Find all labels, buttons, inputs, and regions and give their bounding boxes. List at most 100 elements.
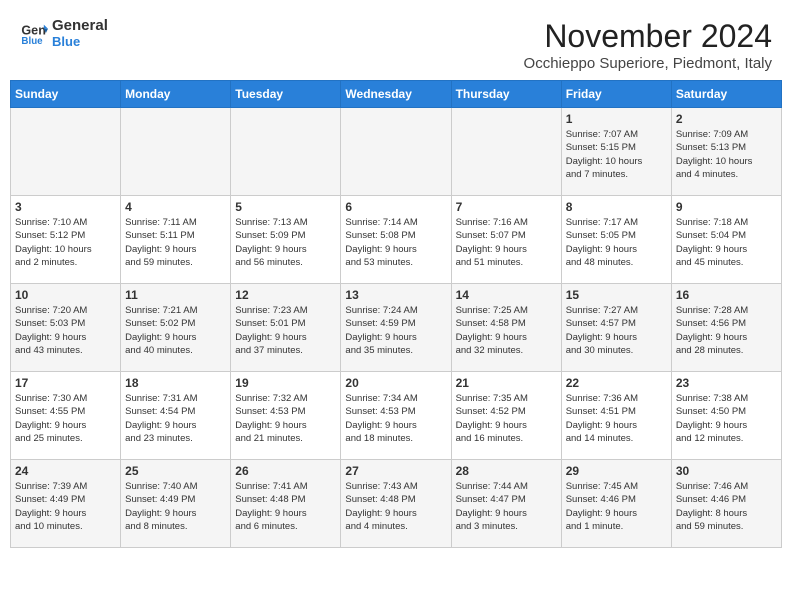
day-number: 22 [566, 376, 667, 390]
weekday-header-wednesday: Wednesday [341, 81, 451, 108]
calendar-cell: 27 Sunrise: 7:43 AMSunset: 4:48 PMDayligh… [341, 460, 451, 548]
day-info: Sunrise: 7:24 AMSunset: 4:59 PMDaylight:… [345, 304, 446, 357]
day-info: Sunrise: 7:10 AMSunset: 5:12 PMDaylight:… [15, 216, 116, 269]
calendar-cell: 2 Sunrise: 7:09 AMSunset: 5:13 PMDaylight… [671, 108, 781, 196]
day-info: Sunrise: 7:30 AMSunset: 4:55 PMDaylight:… [15, 392, 116, 445]
calendar-table: SundayMondayTuesdayWednesdayThursdayFrid… [10, 80, 782, 548]
calendar-cell: 5 Sunrise: 7:13 AMSunset: 5:09 PMDaylight… [231, 196, 341, 284]
calendar-cell: 20 Sunrise: 7:34 AMSunset: 4:53 PMDayligh… [341, 372, 451, 460]
day-number: 13 [345, 288, 446, 302]
day-info: Sunrise: 7:14 AMSunset: 5:08 PMDaylight:… [345, 216, 446, 269]
calendar-cell: 15 Sunrise: 7:27 AMSunset: 4:57 PMDayligh… [561, 284, 671, 372]
calendar-cell: 23Sunrise: 7:38 AMSunset: 4:50 PMDayligh… [671, 372, 781, 460]
day-info: Sunrise: 7:45 AMSunset: 4:46 PMDaylight:… [566, 480, 667, 533]
day-info: Sunrise: 7:20 AMSunset: 5:03 PMDaylight:… [15, 304, 116, 357]
day-info: Sunrise: 7:23 AMSunset: 5:01 PMDaylight:… [235, 304, 336, 357]
day-info: Sunrise: 7:07 AMSunset: 5:15 PMDaylight:… [566, 128, 667, 181]
calendar-cell [451, 108, 561, 196]
day-info: Sunrise: 7:31 AMSunset: 4:54 PMDaylight:… [125, 392, 226, 445]
calendar-cell: 17Sunrise: 7:30 AMSunset: 4:55 PMDayligh… [11, 372, 121, 460]
day-number: 9 [676, 200, 777, 214]
calendar-cell: 9Sunrise: 7:18 AMSunset: 5:04 PMDaylight… [671, 196, 781, 284]
calendar-week-1: 1 Sunrise: 7:07 AMSunset: 5:15 PMDaylight… [11, 108, 782, 196]
day-info: Sunrise: 7:39 AMSunset: 4:49 PMDaylight:… [15, 480, 116, 533]
calendar-week-2: 3 Sunrise: 7:10 AMSunset: 5:12 PMDaylight… [11, 196, 782, 284]
day-info: Sunrise: 7:11 AMSunset: 5:11 PMDaylight:… [125, 216, 226, 269]
calendar-cell: 6 Sunrise: 7:14 AMSunset: 5:08 PMDaylight… [341, 196, 451, 284]
day-number: 28 [456, 464, 557, 478]
day-number: 12 [235, 288, 336, 302]
day-info: Sunrise: 7:43 AMSunset: 4:48 PMDaylight:… [345, 480, 446, 533]
calendar-cell: 16 Sunrise: 7:28 AMSunset: 4:56 PMDayligh… [671, 284, 781, 372]
calendar-wrapper: SundayMondayTuesdayWednesdayThursdayFrid… [0, 80, 792, 558]
day-info: Sunrise: 7:21 AMSunset: 5:02 PMDaylight:… [125, 304, 226, 357]
day-info: Sunrise: 7:28 AMSunset: 4:56 PMDaylight:… [676, 304, 777, 357]
day-info: Sunrise: 7:32 AMSunset: 4:53 PMDaylight:… [235, 392, 336, 445]
calendar-cell: 26 Sunrise: 7:41 AMSunset: 4:48 PMDayligh… [231, 460, 341, 548]
svg-text:Gen: Gen [21, 24, 46, 38]
weekday-header-monday: Monday [121, 81, 231, 108]
logo-icon: Gen Blue [20, 19, 48, 47]
day-number: 3 [15, 200, 116, 214]
location: Occhieppo Superiore, Piedmont, Italy [524, 55, 772, 72]
calendar-cell: 13 Sunrise: 7:24 AMSunset: 4:59 PMDayligh… [341, 284, 451, 372]
day-number: 14 [456, 288, 557, 302]
day-info: Sunrise: 7:46 AMSunset: 4:46 PMDaylight:… [676, 480, 777, 533]
calendar-cell: 7Sunrise: 7:16 AMSunset: 5:07 PMDaylight… [451, 196, 561, 284]
calendar-cell [11, 108, 121, 196]
day-number: 10 [15, 288, 116, 302]
day-info: Sunrise: 7:09 AMSunset: 5:13 PMDaylight:… [676, 128, 777, 181]
calendar-cell: 19 Sunrise: 7:32 AMSunset: 4:53 PMDayligh… [231, 372, 341, 460]
title-block: November 2024 Occhieppo Superiore, Piedm… [524, 18, 772, 72]
calendar-week-5: 24Sunrise: 7:39 AMSunset: 4:49 PMDayligh… [11, 460, 782, 548]
calendar-header: SundayMondayTuesdayWednesdayThursdayFrid… [11, 81, 782, 108]
day-number: 19 [235, 376, 336, 390]
day-number: 27 [345, 464, 446, 478]
day-info: Sunrise: 7:27 AMSunset: 4:57 PMDaylight:… [566, 304, 667, 357]
calendar-cell: 1 Sunrise: 7:07 AMSunset: 5:15 PMDaylight… [561, 108, 671, 196]
day-number: 16 [676, 288, 777, 302]
calendar-cell: 22 Sunrise: 7:36 AMSunset: 4:51 PMDayligh… [561, 372, 671, 460]
weekday-header-tuesday: Tuesday [231, 81, 341, 108]
day-number: 8 [566, 200, 667, 214]
day-number: 29 [566, 464, 667, 478]
calendar-cell: 10 Sunrise: 7:20 AMSunset: 5:03 PMDayligh… [11, 284, 121, 372]
calendar-cell: 18 Sunrise: 7:31 AMSunset: 4:54 PMDayligh… [121, 372, 231, 460]
day-info: Sunrise: 7:34 AMSunset: 4:53 PMDaylight:… [345, 392, 446, 445]
day-number: 2 [676, 112, 777, 126]
day-info: Sunrise: 7:44 AMSunset: 4:47 PMDaylight:… [456, 480, 557, 533]
day-number: 26 [235, 464, 336, 478]
calendar-cell: 24Sunrise: 7:39 AMSunset: 4:49 PMDayligh… [11, 460, 121, 548]
calendar-cell [231, 108, 341, 196]
day-number: 6 [345, 200, 446, 214]
day-number: 20 [345, 376, 446, 390]
day-number: 30 [676, 464, 777, 478]
calendar-cell: 30 Sunrise: 7:46 AMSunset: 4:46 PMDayligh… [671, 460, 781, 548]
day-number: 11 [125, 288, 226, 302]
logo: Gen Blue General Blue [20, 18, 108, 49]
calendar-cell: 28 Sunrise: 7:44 AMSunset: 4:47 PMDayligh… [451, 460, 561, 548]
day-number: 4 [125, 200, 226, 214]
calendar-cell: 12 Sunrise: 7:23 AMSunset: 5:01 PMDayligh… [231, 284, 341, 372]
calendar-cell: 4 Sunrise: 7:11 AMSunset: 5:11 PMDaylight… [121, 196, 231, 284]
calendar-body: 1 Sunrise: 7:07 AMSunset: 5:15 PMDaylight… [11, 108, 782, 548]
day-info: Sunrise: 7:38 AMSunset: 4:50 PMDaylight:… [676, 392, 777, 445]
day-number: 15 [566, 288, 667, 302]
calendar-cell: 29 Sunrise: 7:45 AMSunset: 4:46 PMDayligh… [561, 460, 671, 548]
svg-text:Blue: Blue [21, 37, 43, 48]
weekday-header-saturday: Saturday [671, 81, 781, 108]
day-info: Sunrise: 7:36 AMSunset: 4:51 PMDaylight:… [566, 392, 667, 445]
day-number: 5 [235, 200, 336, 214]
day-info: Sunrise: 7:13 AMSunset: 5:09 PMDaylight:… [235, 216, 336, 269]
day-number: 7 [456, 200, 557, 214]
calendar-week-3: 10 Sunrise: 7:20 AMSunset: 5:03 PMDayligh… [11, 284, 782, 372]
calendar-cell: 14Sunrise: 7:25 AMSunset: 4:58 PMDayligh… [451, 284, 561, 372]
weekday-header-sunday: Sunday [11, 81, 121, 108]
calendar-cell: 3 Sunrise: 7:10 AMSunset: 5:12 PMDaylight… [11, 196, 121, 284]
calendar-cell: 25Sunrise: 7:40 AMSunset: 4:49 PMDayligh… [121, 460, 231, 548]
day-info: Sunrise: 7:41 AMSunset: 4:48 PMDaylight:… [235, 480, 336, 533]
day-number: 1 [566, 112, 667, 126]
day-info: Sunrise: 7:40 AMSunset: 4:49 PMDaylight:… [125, 480, 226, 533]
day-number: 21 [456, 376, 557, 390]
day-number: 18 [125, 376, 226, 390]
